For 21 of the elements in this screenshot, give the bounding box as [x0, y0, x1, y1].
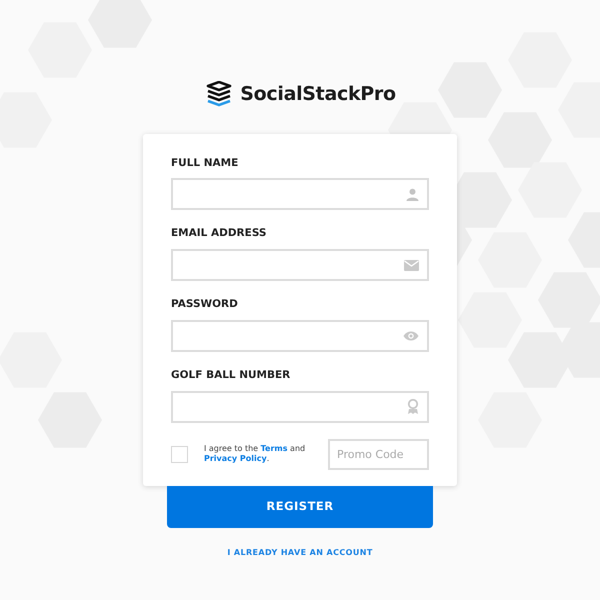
field-label: PASSWORD — [171, 297, 239, 312]
field-label: FULL NAME — [171, 156, 240, 170]
award-icon — [407, 399, 419, 414]
field-label: GOLF BALL NUMBER — [171, 368, 292, 383]
register-button[interactable]: REGISTER — [167, 486, 433, 528]
input-field[interactable] — [171, 249, 429, 281]
logo-icon — [204, 81, 234, 108]
promo-code-field[interactable]: Promo Code — [328, 438, 429, 470]
login-link[interactable]: I ALREADY HAVE AN ACCOUNT — [227, 546, 373, 558]
privacy-policy-link[interactable]: Privacy Policy — [204, 454, 267, 463]
eye-icon — [403, 330, 419, 341]
terms-agreement-text: I agree to the Terms and Privacy Policy. — [204, 444, 306, 464]
input-field[interactable] — [171, 320, 429, 352]
input-field[interactable] — [171, 390, 429, 422]
field-label: EMAIL ADDRESS — [171, 226, 268, 242]
terms-link[interactable]: Terms — [260, 444, 288, 453]
checkbox[interactable] — [171, 446, 188, 462]
envelope-icon — [404, 260, 419, 270]
brand-name: SocialStackPro — [240, 82, 396, 107]
input-field[interactable] — [171, 178, 429, 210]
user-icon — [406, 188, 419, 201]
